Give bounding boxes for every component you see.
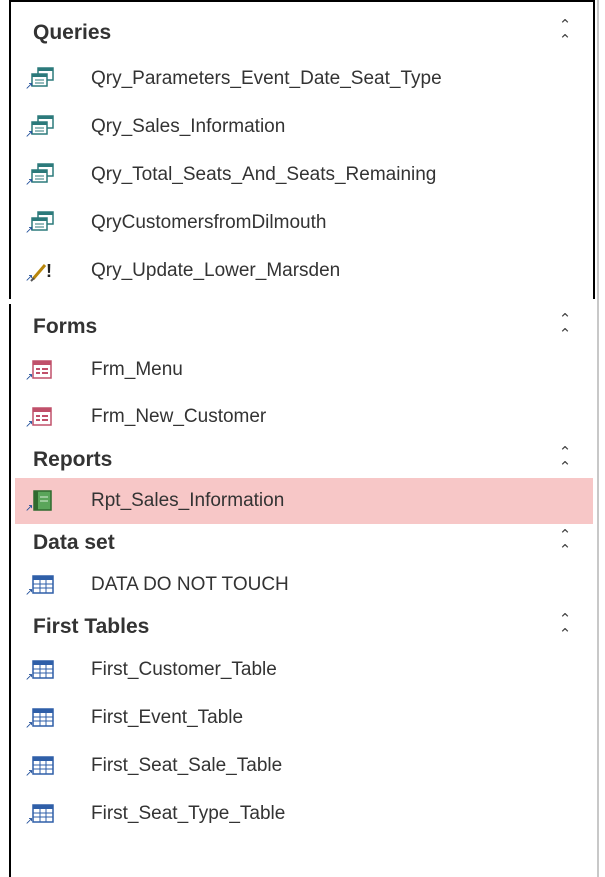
list-item[interactable]: ↗ First_Seat_Type_Table [15,790,593,838]
list-item-label: First_Seat_Sale_Table [91,755,283,776]
shortcut-arrow-icon: ↗ [25,720,34,731]
shortcut-arrow-icon: ↗ [25,129,34,140]
list-item[interactable]: ↗ First_Seat_Sale_Table [15,742,593,790]
list-item[interactable]: ↗ First_Event_Table [15,694,593,742]
table-icon: ↗ [25,802,59,827]
shortcut-arrow-icon: ↗ [25,503,34,514]
group-header-first-tables[interactable]: First Tables ⌃ ⌃ [15,608,593,646]
group-title: Reports [33,448,113,471]
list-item[interactable]: ↗ Frm_Menu [15,348,593,392]
group-header-forms[interactable]: Forms ⌃ ⌃ [15,306,593,348]
list-item[interactable]: ↗ Qry_Total_Seats_And_Seats_Remaining [15,151,593,199]
list-item-label: Qry_Update_Lower_Marsden [91,260,341,281]
shortcut-arrow-icon: ↗ [25,273,34,284]
list-item[interactable]: ↗ First_Customer_Table [15,646,593,694]
table-icon: ↗ [25,573,59,598]
shortcut-arrow-icon: ↗ [25,587,34,598]
group-header-reports[interactable]: Reports ⌃ ⌃ [15,442,593,478]
shortcut-arrow-icon: ↗ [25,372,34,383]
shortcut-arrow-icon: ↗ [25,225,34,236]
list-item-label: Frm_Menu [91,359,183,380]
lower-groups: Forms ⌃ ⌃ ↗ Frm_Menu ↗ Frm_New_Customer R… [15,306,593,838]
group-queries: Queries ⌃ ⌃ ↗ Qry_Parameters_Event_Date_S… [15,11,593,295]
double-chevron-up-icon[interactable]: ⌃ ⌃ [557,445,573,475]
list-item-selected[interactable]: ↗ Rpt_Sales_Information [15,478,593,524]
form-icon: ↗ [25,358,59,383]
shortcut-arrow-icon: ↗ [25,768,34,779]
group-title: Data set [33,531,115,554]
double-chevron-up-icon[interactable]: ⌃ ⌃ [557,612,573,642]
list-item[interactable]: ! ↗ Qry_Update_Lower_Marsden [15,247,593,295]
list-item-label: Rpt_Sales_Information [91,490,285,511]
list-item[interactable]: ↗ Qry_Sales_Information [15,103,593,151]
list-item-label: Qry_Total_Seats_And_Seats_Remaining [91,164,437,185]
shortcut-arrow-icon: ↗ [25,419,34,430]
list-item-label: Qry_Parameters_Event_Date_Seat_Type [91,68,442,89]
list-item-label: DATA DO NOT TOUCH [91,574,289,595]
double-chevron-up-icon[interactable]: ⌃ ⌃ [557,528,573,558]
group-title: Queries [33,21,112,44]
list-item-label: Frm_New_Customer [91,406,267,427]
list-item[interactable]: ↗ DATA DO NOT TOUCH [15,562,593,608]
list-item-label: Qry_Sales_Information [91,116,286,137]
report-icon: ↗ [25,489,59,514]
svg-text:!: ! [46,261,52,281]
table-icon: ↗ [25,658,59,683]
shortcut-arrow-icon: ↗ [25,177,34,188]
list-item[interactable]: ↗ QryCustomersfromDilmouth [15,199,593,247]
group-title: Forms [33,315,98,338]
query-icon: ↗ [25,211,59,236]
list-item-label: First_Seat_Type_Table [91,803,286,824]
form-icon: ↗ [25,405,59,430]
table-icon: ↗ [25,706,59,731]
double-chevron-up-icon[interactable]: ⌃ ⌃ [557,312,573,342]
list-item[interactable]: ↗ Frm_New_Customer [15,392,593,442]
list-item-label: QryCustomersfromDilmouth [91,212,327,233]
query-icon: ↗ [25,163,59,188]
list-item[interactable]: ↗ Qry_Parameters_Event_Date_Seat_Type [15,55,593,103]
double-chevron-up-icon[interactable]: ⌃ ⌃ [557,18,573,48]
shortcut-arrow-icon: ↗ [25,81,34,92]
table-icon: ↗ [25,754,59,779]
shortcut-arrow-icon: ↗ [25,816,34,827]
query-icon: ↗ [25,115,59,140]
list-item-label: First_Customer_Table [91,659,277,680]
group-header-queries[interactable]: Queries ⌃ ⌃ [15,11,593,55]
group-title: First Tables [33,615,150,638]
group-header-data-set[interactable]: Data set ⌃ ⌃ [15,524,593,562]
scrollbar-track[interactable] [597,0,599,877]
update-query-icon: ! ↗ [25,259,59,284]
list-item-label: First_Event_Table [91,707,244,728]
shortcut-arrow-icon: ↗ [25,672,34,683]
query-icon: ↗ [25,67,59,92]
